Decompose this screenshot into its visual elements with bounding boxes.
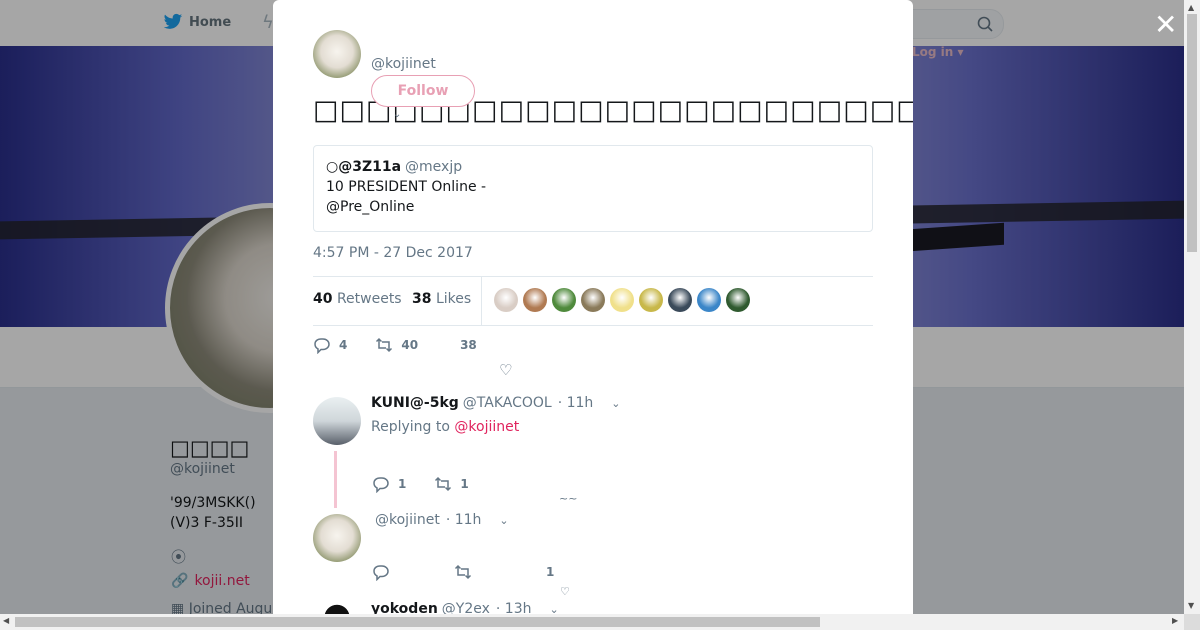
reply-count: 4 (339, 338, 348, 352)
liker-avatars (494, 288, 750, 312)
heart-icon[interactable]: ♡ (499, 361, 512, 379)
liker-avatar[interactable] (523, 288, 547, 312)
thread-connector (334, 451, 337, 508)
retweet-icon (454, 564, 472, 580)
replying-to: Replying to @kojiinet (371, 419, 520, 435)
reply-author-name[interactable]: KUNI@-5kg (371, 395, 459, 411)
reply-header: yokoden @Y2ex · 13h ⌄ (371, 601, 559, 614)
scroll-down-arrow-icon[interactable]: ▼ (1188, 601, 1194, 610)
reply-time[interactable]: · 13h (496, 601, 532, 614)
reply-avatar[interactable] (313, 397, 361, 445)
like-count: 1 (546, 565, 555, 579)
chevron-down-icon[interactable]: ⌄ (499, 514, 508, 527)
tweet-stats: 40 Retweets 38 Likes (313, 276, 873, 326)
likes-stat[interactable]: 38 Likes (412, 291, 471, 307)
like-count: 38 (460, 338, 477, 352)
retweet-count: 40 (401, 338, 419, 352)
reply-header: @kojiinet · 11h ⌄ (375, 512, 509, 528)
retweet-button[interactable]: 1 (434, 475, 469, 493)
liker-avatar[interactable] (581, 288, 605, 312)
reply-author-name[interactable]: yokoden (371, 601, 438, 614)
reply-button[interactable]: 4 (313, 336, 347, 354)
replying-to-link[interactable]: @kojiinet (454, 419, 519, 435)
tweet-author-avatar[interactable] (313, 30, 361, 78)
like-button[interactable]: 1 (546, 565, 554, 579)
reply-actions: 1 (372, 563, 582, 581)
reply-actions: 1 1 (372, 475, 497, 493)
scrollbar-thumb[interactable] (15, 617, 820, 627)
retweet-button[interactable]: 40 (375, 336, 418, 354)
reply-author-handle[interactable]: @kojiinet (375, 512, 440, 528)
retweet-count: 1 (460, 477, 469, 491)
tweet-author-handle[interactable]: @kojiinet (371, 56, 436, 72)
reply-avatar[interactable] (313, 514, 361, 562)
tweet-actions: 4 40 38 (313, 336, 505, 354)
quoted-text-line: 10 PRESIDENT Online - (326, 179, 487, 195)
scrollbar-thumb[interactable] (1187, 14, 1197, 252)
chevron-down-icon[interactable]: ⌄ (550, 603, 559, 614)
follow-button[interactable]: Follow (371, 75, 475, 107)
scroll-left-arrow-icon[interactable]: ◀ (3, 616, 9, 625)
like-button[interactable]: 38 (460, 338, 477, 352)
retweet-icon (435, 476, 452, 492)
liker-avatar[interactable] (552, 288, 576, 312)
reply-icon (314, 338, 330, 354)
liker-avatar[interactable] (610, 288, 634, 312)
reply-time[interactable]: · 11h (446, 512, 482, 528)
reply-time[interactable]: · 11h (558, 395, 594, 411)
reply-button[interactable] (372, 563, 390, 581)
scrollbar-corner (1184, 614, 1200, 630)
reply-count: 1 (398, 477, 407, 491)
reply-header: KUNI@-5kg @TAKACOOL · 11h ⌄ (371, 395, 621, 411)
tweet-permalink-modal: @kojiinet □□□□□□□□□□□□□□□□□□□□□□□□□□□□□□… (273, 0, 913, 614)
liker-avatar[interactable] (697, 288, 721, 312)
retweet-icon (376, 337, 393, 353)
vertical-scrollbar[interactable]: ▲ ▼ (1184, 0, 1200, 614)
reply-author-handle[interactable]: @Y2ex (442, 601, 490, 614)
liker-avatar[interactable] (639, 288, 663, 312)
quoted-tweet[interactable]: ○@3Z11a @mexjp 10 PRESIDENT Online - @Pre… (313, 145, 873, 232)
reply-button[interactable]: 1 (372, 475, 406, 493)
tweet-timestamp[interactable]: 4:57 PM - 27 Dec 2017 (313, 245, 473, 261)
retweet-button[interactable] (454, 563, 472, 581)
retweets-stat[interactable]: 40 Retweets (313, 291, 402, 307)
chevron-down-icon[interactable]: ⌄ (393, 109, 401, 120)
reply-icon (373, 477, 389, 493)
quoted-author-handle: @mexjp (405, 159, 463, 175)
liker-avatar[interactable] (726, 288, 750, 312)
reply-avatar[interactable] (313, 603, 361, 614)
chevron-down-icon[interactable]: ⌄ (611, 397, 620, 410)
heart-icon[interactable]: ♡ (560, 585, 570, 598)
scroll-right-arrow-icon[interactable]: ▶ (1172, 616, 1178, 625)
horizontal-scrollbar[interactable]: ◀ ▶ (0, 614, 1184, 630)
reply-author-handle[interactable]: @TAKACOOL (463, 395, 552, 411)
liker-avatar[interactable] (494, 288, 518, 312)
scroll-up-arrow-icon[interactable]: ▲ (1188, 3, 1194, 12)
like-count-extra[interactable]: ~~ (559, 492, 577, 505)
quoted-text-line: @Pre_Online (326, 199, 415, 215)
liker-avatar[interactable] (668, 288, 692, 312)
close-icon[interactable]: ✕ (1154, 11, 1177, 39)
quoted-author-name: ○@3Z11a (326, 159, 402, 175)
reply-icon (373, 565, 389, 581)
